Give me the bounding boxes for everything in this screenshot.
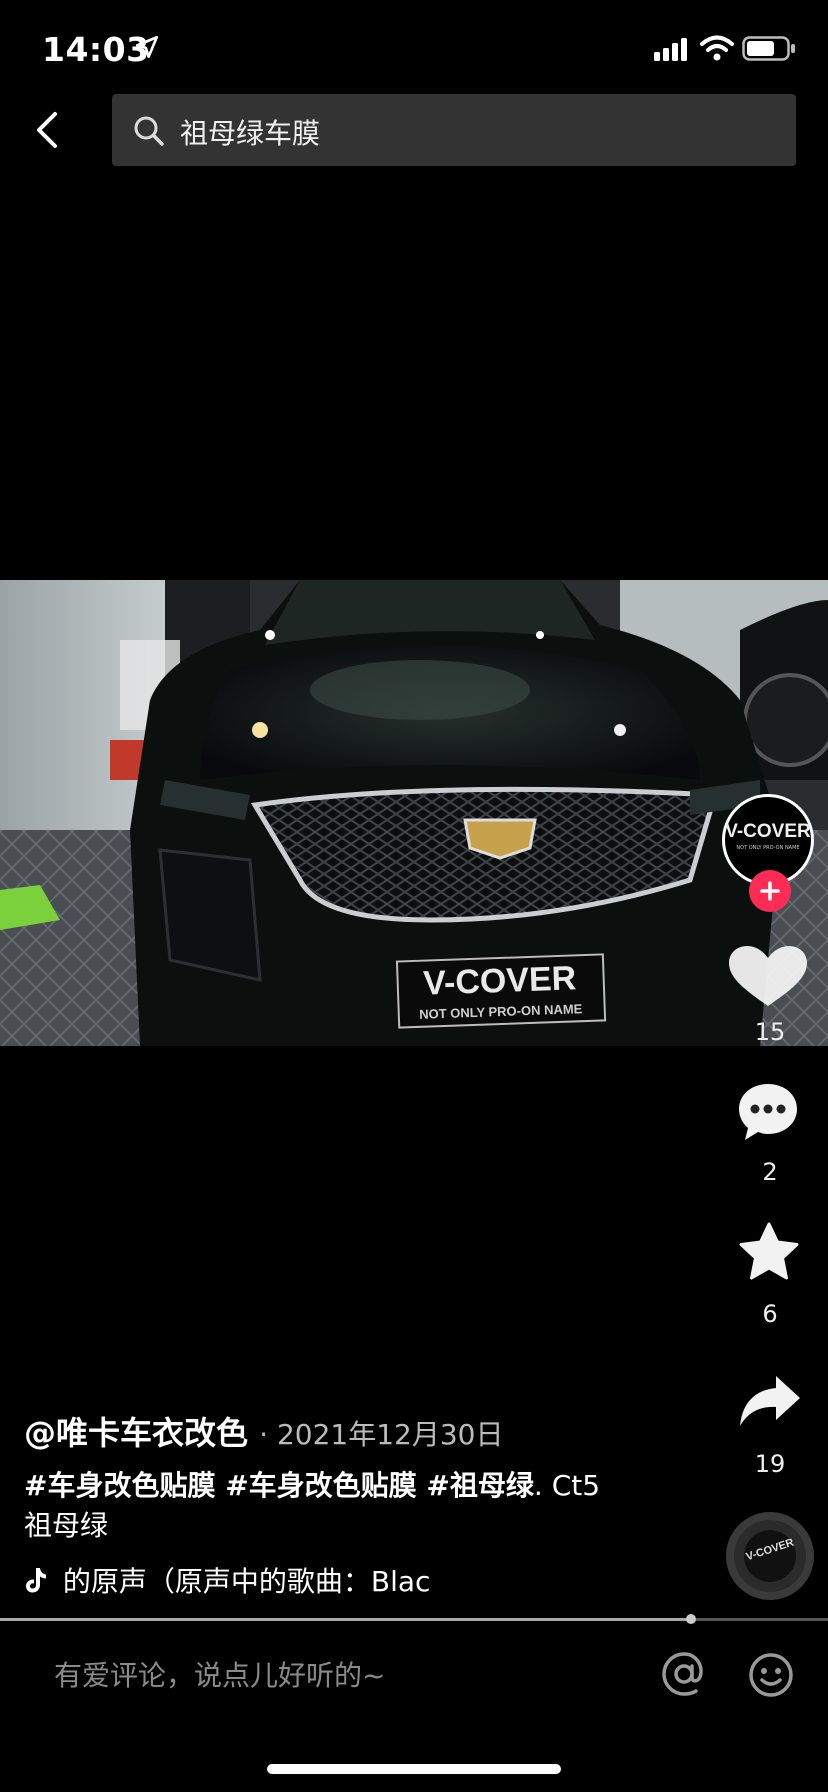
home-indicator [267,1764,561,1774]
share-count: 19 [754,1450,786,1478]
plus-icon [760,881,780,901]
search-icon [134,116,164,146]
caption-hashtags[interactable]: #车身改色贴膜 #车身改色贴膜 #祖母绿 [24,1469,534,1502]
like-count: 15 [754,1018,786,1046]
back-button[interactable] [22,100,72,160]
comment-count: 2 [762,1158,778,1186]
caption: #车身改色贴膜 #车身改色贴膜 #祖母绿. Ct5 祖母绿 [24,1466,634,1546]
emoji-button[interactable] [748,1652,794,1702]
share-button[interactable] [738,1374,802,1432]
location-arrow-icon [135,35,159,59]
mention-button[interactable] [660,1650,708,1702]
tiktok-note-icon [26,1568,46,1593]
cellular-signal-icon [654,38,687,61]
music-title: 的原声（原声中的歌曲：Blac [62,1565,431,1598]
progress-fill [0,1618,692,1621]
favorite-count: 6 [762,1300,778,1328]
comment-button[interactable] [735,1080,801,1148]
battery-icon [742,36,795,61]
post-date: · 2021年12月30日 [259,1418,504,1451]
wifi-icon [700,35,734,61]
at-sign-icon [662,1652,703,1696]
author-line: @唯卡车衣改色 · 2021年12月30日 [24,1408,503,1454]
music-disc[interactable]: V-COVER [726,1512,814,1600]
author-name[interactable]: @唯卡车衣改色 [24,1414,248,1452]
search-bar[interactable]: 祖母绿车膜 [112,94,796,166]
heart-icon [729,946,807,1006]
emoji-smile-icon [749,1653,793,1697]
comment-input[interactable]: 有爱评论，说点儿好听的~ [54,1654,614,1698]
share-arrow-icon [740,1376,800,1426]
progress-knob[interactable] [686,1614,697,1624]
plate-brand-text: V-COVER [423,959,577,1002]
search-query: 祖母绿车膜 [180,117,321,150]
music-row[interactable]: 的原声（原声中的歌曲：Blac [24,1560,473,1600]
like-button[interactable] [725,944,811,1014]
follow-button[interactable] [749,870,791,912]
chevron-left-icon [37,112,57,148]
avatar-logo-sub: NOT ONLY PRO-ON NAME [736,845,800,851]
avatar-logo-text: V-COVER [725,821,811,842]
video-player[interactable]: V-COVER NOT ONLY PRO-ON NAME [0,580,828,1046]
car-video-frame: V-COVER NOT ONLY PRO-ON NAME [0,580,828,1046]
favorite-button[interactable] [738,1222,800,1286]
star-icon [739,1222,799,1280]
comment-bubble-icon [739,1084,797,1140]
